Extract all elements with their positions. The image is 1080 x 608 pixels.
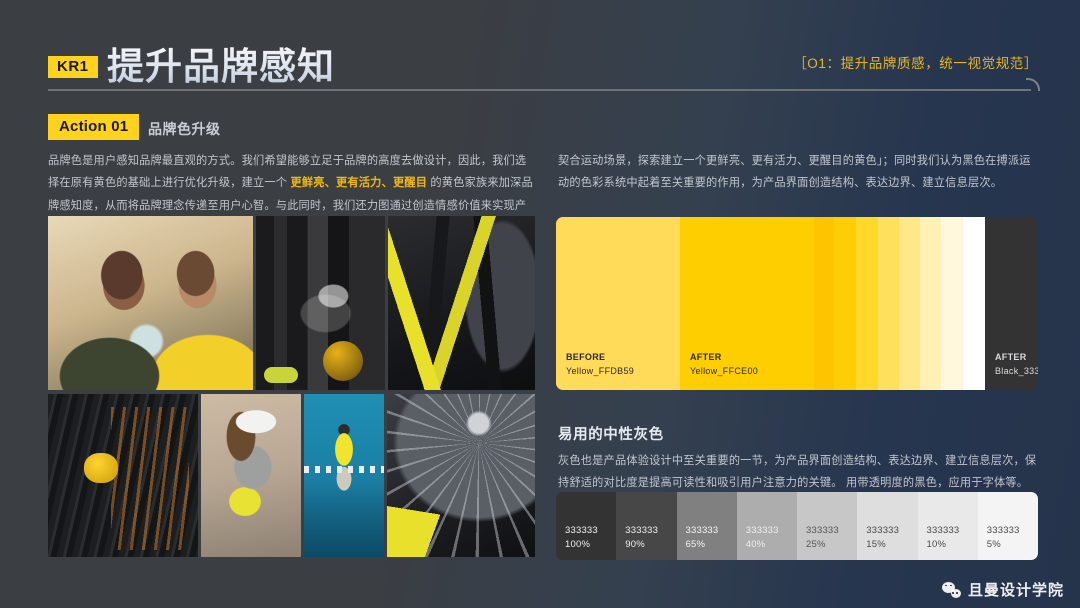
gray-swatch-label: 333333 5% <box>987 524 1020 553</box>
photo-art <box>388 216 535 390</box>
palette-swatch-6 <box>899 217 920 390</box>
gray-swatch-hex: 333333 <box>625 524 659 536</box>
palette-swatch-value: Yellow_FFDB59 <box>566 366 635 377</box>
palette-swatch-value: Yellow_FFCE00 <box>690 366 759 377</box>
right-description-paragraph: 契合运动场景，探索建立一个更鲜亮、更有活力、更醒目的黄色」；同时我们认为黑色在搏… <box>558 155 1031 190</box>
left-paragraph-highlight: 更鲜亮、更有活力、更醒目 <box>290 177 428 190</box>
gray-swatch-3: 333333 40% <box>736 492 797 560</box>
wechat-icon <box>941 581 961 598</box>
gray-swatch-label: 333333 40% <box>746 524 779 553</box>
palette-swatch-0: BEFORE Yellow_FFDB59 <box>556 217 680 390</box>
neutral-gray-palette: 333333 100% 333333 90% 333333 65% 333333 40% 333… <box>556 492 1038 560</box>
gray-swatch-label: 333333 25% <box>806 524 839 553</box>
gray-swatch-hex: 333333 <box>685 524 719 536</box>
header-objective-tag: ［O1：提升品牌质感，统一视觉规范］ <box>793 56 1038 71</box>
palette-swatch-title: AFTER <box>690 352 722 363</box>
action-badge: Action 01 <box>48 114 140 140</box>
watermark: 且曼设计学院 <box>941 579 1064 600</box>
palette-swatch-7 <box>920 217 941 390</box>
photo-art <box>256 216 385 390</box>
neutral-gray-description: 灰色也是产品体验设计中至关重要的一节，为产品界面创造结构、表达边界、建立信息层次… <box>558 455 1037 490</box>
gray-swatch-4: 333333 25% <box>797 492 858 560</box>
grid-image-bicycle-wheel-spokes <box>387 394 535 557</box>
gray-swatch-0: 333333 100% <box>556 492 617 560</box>
grid-image-bicycle-yellow-frame <box>388 216 535 390</box>
palette-swatch-label: AFTER Black_333333 <box>995 351 1038 379</box>
palette-swatch-3 <box>834 217 856 390</box>
palette-swatch-label: AFTER Yellow_FFCE00 <box>690 351 758 379</box>
gray-swatch-5: 333333 15% <box>857 492 918 560</box>
gray-swatch-label: 333333 90% <box>625 524 658 553</box>
photo-art <box>48 216 253 390</box>
gray-swatch-hex: 333333 <box>565 524 598 536</box>
gray-swatch-7: 333333 5% <box>977 492 1038 560</box>
kr-badge: KR1 <box>48 56 98 78</box>
photo-art <box>304 394 384 557</box>
reference-image-grid <box>48 216 535 557</box>
grid-image-athlete-chalk-kettlebell <box>256 216 385 390</box>
palette-swatch-9 <box>963 217 985 390</box>
palette-swatch-10: AFTER Black_333333 <box>985 217 1038 390</box>
page-title: 提升品牌感知 <box>107 36 335 90</box>
gray-swatch-label: 333333 65% <box>686 524 719 553</box>
gray-swatch-opacity: 15% <box>866 538 886 550</box>
palette-swatch-1: AFTER Yellow_FFCE00 <box>680 217 814 390</box>
gray-swatch-opacity: 5% <box>986 538 1001 550</box>
grid-image-athlete-celebrating <box>304 394 384 557</box>
gray-swatch-hex: 333333 <box>986 524 1020 536</box>
photo-art <box>201 394 301 557</box>
palette-swatch-value: Black_333333 <box>995 366 1038 377</box>
palette-swatch-title: BEFORE <box>566 352 606 363</box>
palette-swatch-4 <box>856 217 878 390</box>
gray-swatch-opacity: 10% <box>926 538 947 550</box>
page-header: KR1 提升品牌感知 ［O1：提升品牌质感，统一视觉规范］ <box>0 0 1080 96</box>
grid-image-couple-with-bottle <box>48 216 253 390</box>
header-divider <box>48 89 1031 91</box>
gray-swatch-label: 333333 10% <box>927 524 960 553</box>
header-divider-hook <box>1026 78 1040 91</box>
palette-swatch-5 <box>878 217 899 390</box>
watermark-text: 且曼设计学院 <box>967 582 1064 599</box>
gray-swatch-hex: 333333 <box>866 524 900 536</box>
gray-swatch-hex: 333333 <box>806 524 839 536</box>
action-subtitle: 品牌色升级 <box>148 121 221 137</box>
gray-swatch-opacity: 100% <box>565 538 591 550</box>
brand-color-palette: BEFORE Yellow_FFDB59 AFTER Yellow_FFCE00 AFT… <box>556 217 1038 390</box>
grid-image-gym-weight-stack <box>48 394 198 557</box>
gray-swatch-label: 333333 100% <box>565 524 598 553</box>
gray-swatch-opacity: 25% <box>806 538 826 550</box>
gray-swatch-hex: 333333 <box>926 524 960 536</box>
palette-swatch-label: BEFORE Yellow_FFDB59 <box>566 351 634 379</box>
neutral-gray-heading: 易用的中性灰色 <box>558 427 664 443</box>
gray-swatch-6: 333333 10% <box>917 492 978 560</box>
gray-swatch-hex: 333333 <box>745 524 779 536</box>
palette-swatch-title: AFTER <box>995 352 1027 363</box>
gray-swatch-2: 333333 65% <box>676 492 737 560</box>
gray-swatch-1: 333333 90% <box>616 492 677 560</box>
photo-art <box>387 394 535 557</box>
gray-swatch-opacity: 65% <box>685 538 706 550</box>
grid-image-runner-checking-watch <box>201 394 301 557</box>
gray-swatch-label: 333333 15% <box>866 524 899 553</box>
gray-swatch-opacity: 90% <box>625 538 645 550</box>
gray-swatch-opacity: 40% <box>745 538 766 550</box>
palette-swatch-2 <box>814 217 834 390</box>
photo-art <box>48 394 198 557</box>
palette-swatch-8 <box>941 217 963 390</box>
